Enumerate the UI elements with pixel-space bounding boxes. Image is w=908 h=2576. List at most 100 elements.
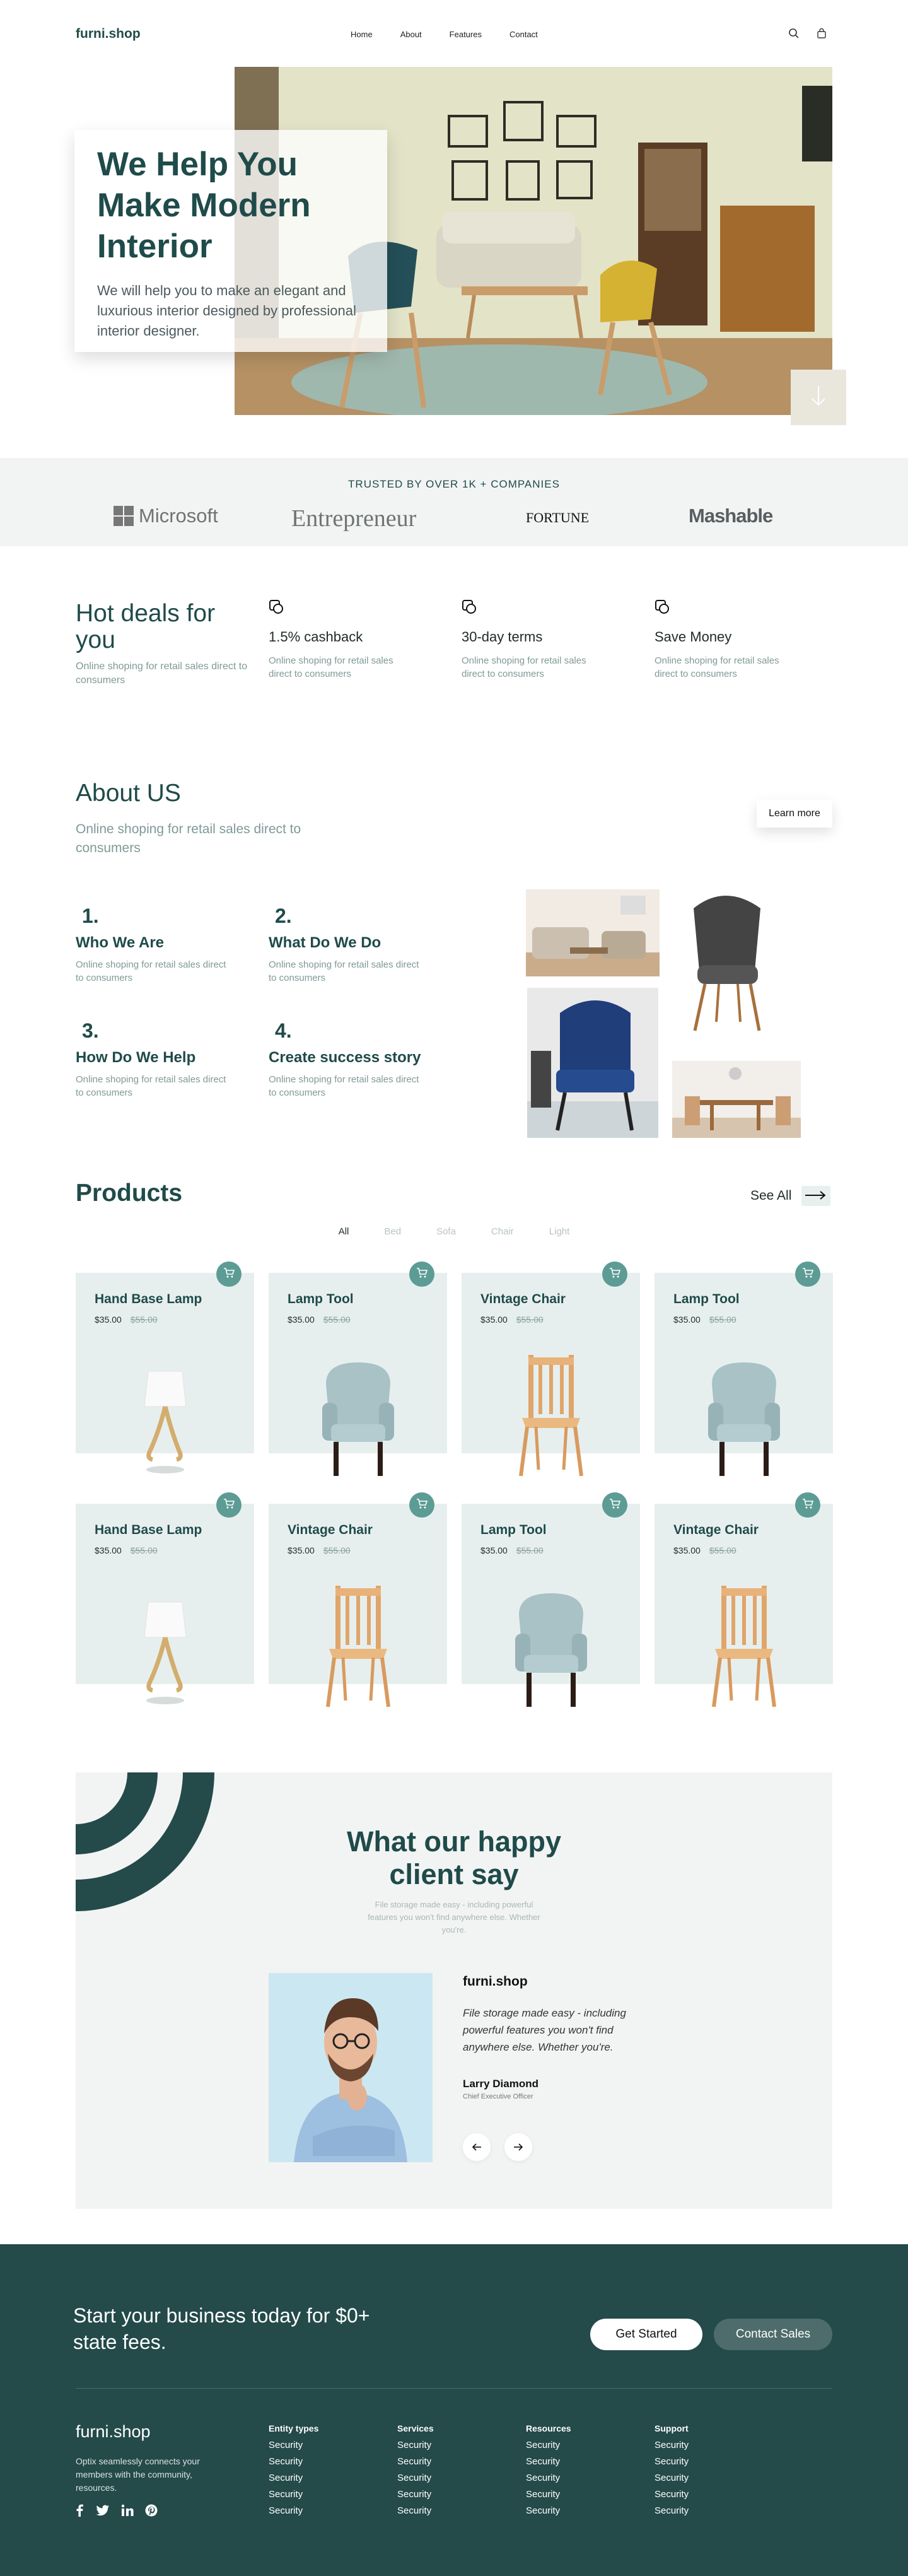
footer-link[interactable]: Security xyxy=(655,2440,768,2450)
filter-bed[interactable]: Bed xyxy=(384,1226,401,1237)
search-icon[interactable] xyxy=(788,28,801,40)
pinterest-icon[interactable] xyxy=(145,2504,158,2520)
linkedin-icon[interactable] xyxy=(121,2504,134,2520)
footer-link[interactable]: Security xyxy=(269,2473,382,2483)
next-testimonial-button[interactable] xyxy=(504,2133,532,2161)
footer-link[interactable]: Security xyxy=(526,2490,639,2499)
footer-link[interactable]: Security xyxy=(526,2457,639,2466)
filter-chair[interactable]: Chair xyxy=(491,1226,514,1237)
footer-link[interactable]: Security xyxy=(397,2506,511,2515)
step-number: 2. xyxy=(275,905,292,927)
about-image-dining xyxy=(672,1061,801,1138)
footer-link[interactable]: Security xyxy=(655,2457,768,2466)
product-card[interactable]: Vintage Chair $35.00 $55.00 xyxy=(655,1492,833,1707)
feature-text: Online shoping for retail sales direct t… xyxy=(655,655,779,679)
footer-link[interactable]: Security xyxy=(269,2440,382,2450)
nav-home[interactable]: Home xyxy=(351,30,373,39)
footer-link[interactable]: Security xyxy=(655,2506,768,2515)
product-card[interactable]: Lamp Tool $35.00 $55.00 xyxy=(462,1492,640,1707)
feature-text: Online shoping for retail sales direct t… xyxy=(462,655,586,679)
hero-subtitle: We will help you to make an elegant and … xyxy=(97,283,356,339)
feature-save-money: Save Money Online shoping for retail sal… xyxy=(655,599,806,681)
cart-icon xyxy=(416,1267,428,1282)
add-to-cart-button[interactable] xyxy=(602,1492,627,1518)
step-title: Who We Are xyxy=(76,934,165,951)
brand-logo-fortune: FORTUNE xyxy=(526,510,590,525)
footer-link[interactable]: Security xyxy=(397,2440,511,2450)
footer-divider xyxy=(76,2388,832,2389)
trusted-title: TRUSTED BY OVER 1K + COMPANIES xyxy=(348,478,560,490)
add-to-cart-button[interactable] xyxy=(216,1262,242,1287)
bag-icon[interactable] xyxy=(816,28,829,40)
add-to-cart-button[interactable] xyxy=(216,1492,242,1518)
site-logo[interactable]: furni.shop xyxy=(76,26,141,42)
step-text: Online shoping for retail sales direct t… xyxy=(76,1074,226,1098)
product-name: Lamp Tool xyxy=(288,1292,354,1306)
brand-logo-entrepreneur: Entrepreneur xyxy=(291,505,417,532)
footer-link[interactable]: Security xyxy=(397,2473,511,2483)
add-to-cart-button[interactable] xyxy=(409,1262,434,1287)
filter-sofa[interactable]: Sofa xyxy=(436,1226,456,1237)
add-to-cart-button[interactable] xyxy=(409,1492,434,1518)
footer-link[interactable]: Security xyxy=(655,2490,768,2499)
arrow-right-icon xyxy=(513,2141,523,2154)
step-number: 3. xyxy=(82,1019,99,1042)
price-original: $55.00 xyxy=(516,1545,544,1555)
nav-features[interactable]: Features xyxy=(450,30,482,39)
contact-sales-button[interactable]: Contact Sales xyxy=(714,2319,832,2350)
nav-contact[interactable]: Contact xyxy=(509,30,538,39)
brand-logo-mashable: Mashable xyxy=(689,505,773,527)
filter-all[interactable]: All xyxy=(339,1226,349,1237)
footer-link[interactable]: Security xyxy=(269,2457,382,2466)
product-price: $35.00 $55.00 xyxy=(288,1314,351,1325)
cart-icon xyxy=(802,1267,814,1282)
price-current: $35.00 xyxy=(95,1314,122,1325)
product-card[interactable]: Vintage Chair $35.00 $55.00 xyxy=(269,1492,447,1707)
add-to-cart-button[interactable] xyxy=(795,1492,820,1518)
product-card[interactable]: Lamp Tool $35.00 $55.00 xyxy=(655,1262,833,1476)
scroll-down-button[interactable] xyxy=(791,370,846,425)
main-nav: Home About Features Contact xyxy=(351,30,538,39)
footer-link[interactable]: Security xyxy=(655,2473,768,2483)
footer-link[interactable]: Security xyxy=(269,2490,382,2499)
get-started-button[interactable]: Get Started xyxy=(590,2319,702,2350)
testimonials-title: What our happy client say xyxy=(347,1825,561,1890)
feature-cashback: 1.5% cashback Online shoping for retail … xyxy=(269,599,420,681)
product-card[interactable]: Hand Base Lamp $35.00 $55.00 xyxy=(76,1492,254,1704)
trusted-section xyxy=(0,458,908,546)
feature-title: Save Money xyxy=(655,629,732,645)
footer-link[interactable]: Security xyxy=(269,2506,382,2515)
step-title: Create success story xyxy=(269,1049,421,1066)
footer-link[interactable]: Security xyxy=(397,2457,511,2466)
price-original: $55.00 xyxy=(709,1314,736,1325)
footer-link[interactable]: Security xyxy=(526,2473,639,2483)
facebook-icon[interactable] xyxy=(74,2504,84,2520)
nav-about[interactable]: About xyxy=(400,30,422,39)
footer-logo[interactable]: furni.shop xyxy=(76,2422,151,2442)
filter-light[interactable]: Light xyxy=(549,1226,570,1237)
footer-link[interactable]: Security xyxy=(526,2506,639,2515)
learn-more-button[interactable]: Learn more xyxy=(757,800,832,828)
footer xyxy=(0,2244,908,2576)
add-to-cart-button[interactable] xyxy=(602,1262,627,1287)
price-current: $35.00 xyxy=(673,1545,701,1555)
add-to-cart-button[interactable] xyxy=(795,1262,820,1287)
testimonial-brand: furni.shop xyxy=(463,1974,528,1989)
footer-link[interactable]: Security xyxy=(526,2440,639,2450)
testimonial-role: Chief Executive Officer xyxy=(463,2093,533,2100)
feature-title: 30-day terms xyxy=(462,629,543,645)
product-card[interactable]: Lamp Tool $35.00 $55.00 xyxy=(269,1262,447,1476)
product-price: $35.00 $55.00 xyxy=(673,1545,736,1555)
product-card[interactable]: Hand Base Lamp $35.00 $55.00 xyxy=(76,1262,254,1473)
prev-testimonial-button[interactable] xyxy=(463,2133,491,2161)
product-price: $35.00 $55.00 xyxy=(95,1545,158,1555)
twitter-icon[interactable] xyxy=(96,2504,110,2520)
about-image-living-room xyxy=(526,889,660,976)
product-card[interactable]: Vintage Chair $35.00 $55.00 xyxy=(462,1262,640,1477)
footer-column-title: Entity types xyxy=(269,2423,319,2433)
cart-icon xyxy=(223,1498,235,1513)
deals-title: Hot deals for you xyxy=(76,600,216,653)
footer-link[interactable]: Security xyxy=(397,2490,511,2499)
see-all-link[interactable]: See All xyxy=(750,1186,831,1206)
price-original: $55.00 xyxy=(709,1545,736,1555)
